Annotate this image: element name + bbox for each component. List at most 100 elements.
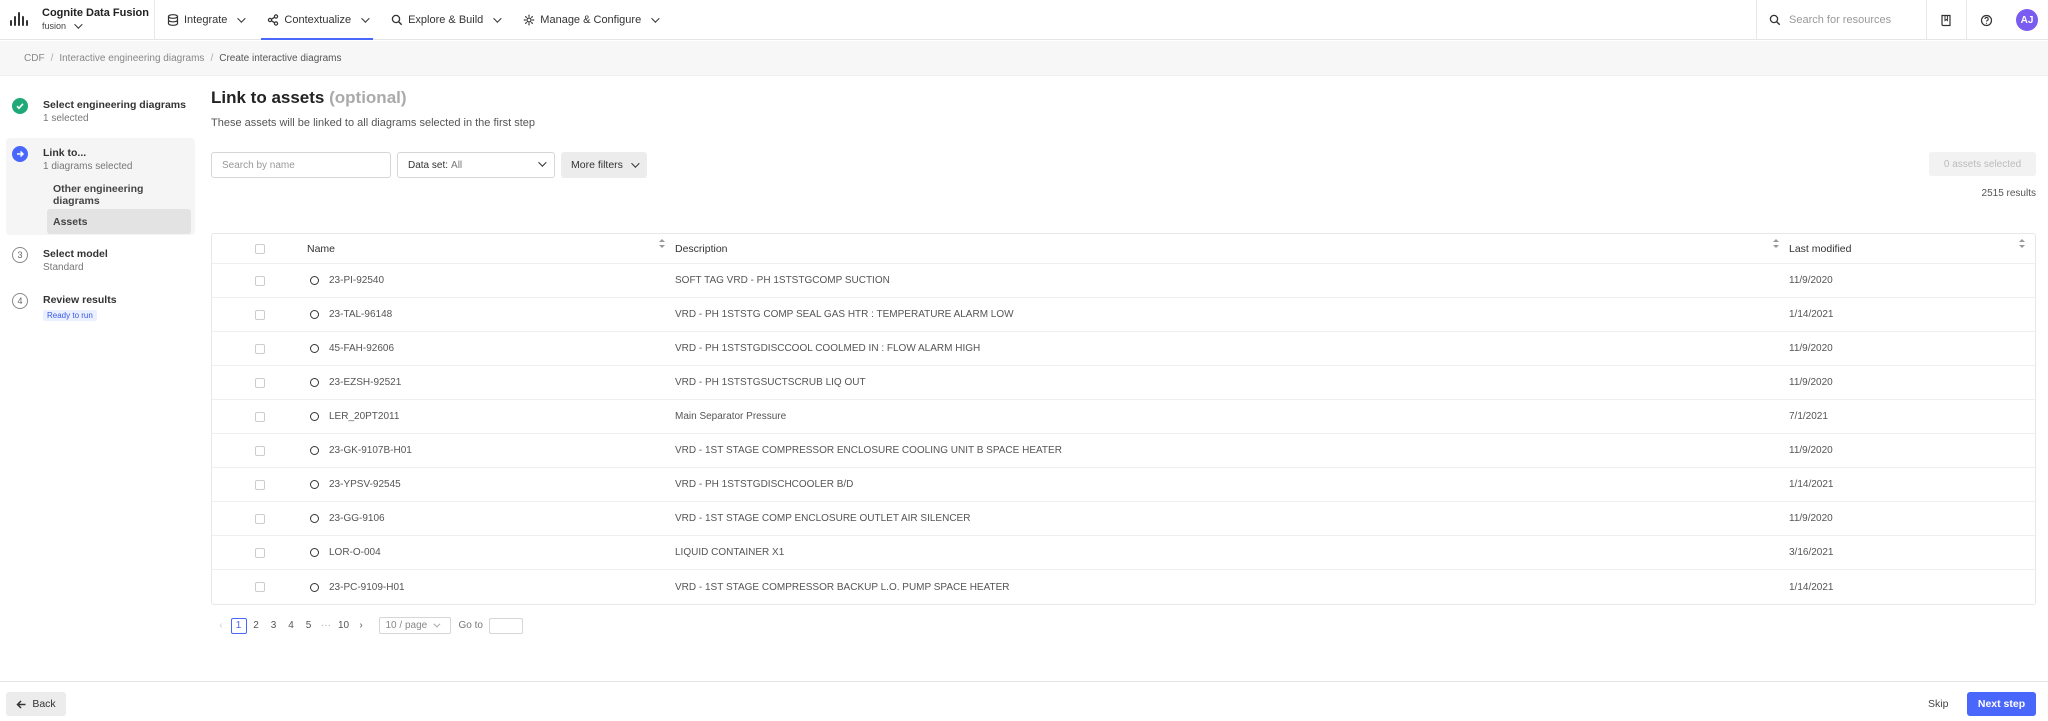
assets-selected-button[interactable]: 0 assets selected: [1929, 152, 2036, 176]
table-row[interactable]: 23-YPSV-92545 VRD - PH 1STSTGDISCHCOOLER …: [212, 468, 2035, 502]
search-icon: [1769, 14, 1781, 26]
step-title: Select model: [43, 248, 108, 260]
row-checkbox[interactable]: [254, 547, 265, 558]
nav-label: Contextualize: [284, 13, 352, 26]
dataset-select[interactable]: Data set: All: [397, 152, 555, 178]
asset-last-modified: 1/14/2021: [1789, 309, 1834, 320]
page-last[interactable]: 10: [336, 618, 352, 634]
page-5[interactable]: 5: [301, 618, 317, 634]
page-ellipsis[interactable]: ···: [318, 618, 334, 634]
nav-manage-configure[interactable]: Manage & Configure: [511, 0, 669, 40]
step-title: Link to...: [43, 147, 87, 159]
asset-name: 45-FAH-92606: [329, 343, 395, 354]
prev-page-button[interactable]: ‹: [213, 618, 229, 634]
table-row[interactable]: 23-TAL-96148 VRD - PH 1STSTG COMP SEAL GA…: [212, 298, 2035, 332]
database-icon: [167, 13, 179, 26]
breadcrumb-diagrams[interactable]: Interactive engineering diagrams: [59, 53, 204, 64]
nav-label: Manage & Configure: [540, 13, 642, 26]
app-switcher[interactable]: Cognite Data Fusion fusion: [0, 0, 155, 40]
page-1[interactable]: 1: [230, 617, 247, 634]
row-checkbox[interactable]: [254, 479, 265, 490]
asset-icon: [310, 480, 319, 489]
step-review-results[interactable]: 4 Review results Ready to run: [6, 285, 200, 335]
asset-last-modified: 11/9/2020: [1789, 275, 1833, 286]
page-4[interactable]: 4: [283, 618, 299, 634]
table-row[interactable]: 23-GK-9107B-H01 VRD - 1ST STAGE COMPRESSO…: [212, 434, 2035, 468]
row-checkbox[interactable]: [254, 582, 265, 592]
app-title: Cognite Data Fusion: [42, 7, 149, 19]
page-size-label: 10 / page: [385, 620, 428, 631]
chevron-down-icon: [361, 13, 370, 23]
assets-table: Name Description Last modified 23-PI-925…: [211, 233, 2036, 605]
page-2[interactable]: 2: [248, 618, 264, 634]
help-button[interactable]: [1966, 0, 2006, 40]
substep-other-diagrams[interactable]: Other engineering diagrams: [47, 182, 191, 207]
column-label: Description: [675, 242, 728, 255]
step-number: 3: [12, 247, 28, 263]
column-label: Name: [307, 242, 336, 255]
avatar[interactable]: AJ: [2016, 9, 2038, 31]
page-3[interactable]: 3: [266, 618, 282, 634]
next-step-button[interactable]: Next step: [1967, 692, 2036, 716]
sort-icon[interactable]: [1773, 238, 1779, 249]
row-checkbox[interactable]: [254, 309, 265, 320]
asset-icon: [310, 582, 319, 592]
asset-description: VRD - PH 1STSTGSUCTSCRUB LIQ OUT: [675, 377, 866, 388]
step-link-to[interactable]: Link to... 1 diagrams selected Other eng…: [6, 138, 195, 235]
sort-icon[interactable]: [2019, 238, 2025, 249]
check-icon: [12, 98, 28, 114]
search-input[interactable]: Search by name: [211, 152, 391, 178]
asset-description: SOFT TAG VRD - PH 1STSTGCOMP SUCTION: [675, 275, 890, 286]
table-row[interactable]: LOR-O-004 LIQUID CONTAINER X1 3/16/2021: [212, 536, 2035, 570]
page-size-select[interactable]: 10 / page: [378, 617, 451, 634]
results-count: 2515 results: [1981, 188, 2036, 199]
docs-button[interactable]: [1926, 0, 1966, 40]
search-icon: [391, 14, 403, 25]
asset-description: LIQUID CONTAINER X1: [675, 547, 785, 558]
wizard-footer: Back Skip Next step: [0, 681, 2048, 721]
table-header: Name Description Last modified: [212, 234, 2035, 264]
chevron-down-icon: [493, 13, 502, 23]
goto-input[interactable]: [488, 617, 523, 634]
nav-integrate[interactable]: Integrate: [155, 0, 255, 40]
page-title: Link to assets (optional): [211, 88, 407, 108]
nav-contextualize[interactable]: Contextualize: [255, 0, 379, 40]
nav-explore-build[interactable]: Explore & Build: [379, 0, 511, 40]
column-name[interactable]: Name: [307, 238, 675, 255]
step-title: Review results: [43, 294, 117, 306]
row-checkbox[interactable]: [254, 275, 265, 286]
substep-assets[interactable]: Assets: [47, 209, 191, 234]
sort-icon[interactable]: [659, 238, 665, 249]
nav-label: Integrate: [184, 13, 228, 26]
table-row[interactable]: 23-EZSH-92521 VRD - PH 1STSTGSUCTSCRUB LI…: [212, 366, 2035, 400]
back-button[interactable]: Back: [6, 692, 66, 716]
more-filters-button[interactable]: More filters: [561, 152, 647, 178]
column-description[interactable]: Description: [675, 238, 1789, 255]
gear-icon: [524, 14, 535, 25]
step-select-model[interactable]: 3 Select model Standard: [6, 235, 200, 285]
chevron-down-icon: [651, 13, 660, 23]
step-select-diagrams[interactable]: Select engineering diagrams 1 selected: [6, 90, 200, 130]
breadcrumb-cdf[interactable]: CDF: [24, 53, 45, 64]
table-row[interactable]: 23-PC-9109-H01 VRD - 1ST STAGE COMPRESSOR…: [212, 570, 2035, 604]
page-title-text: Link to assets: [211, 88, 325, 107]
row-checkbox[interactable]: [254, 411, 265, 422]
select-all-checkbox[interactable]: [254, 243, 265, 254]
breadcrumb-separator: /: [210, 52, 214, 64]
table-row[interactable]: 45-FAH-92606 VRD - PH 1STSTGDISCCOOL COOL…: [212, 332, 2035, 366]
back-label: Back: [32, 698, 56, 710]
row-checkbox[interactable]: [254, 377, 265, 388]
asset-name: 23-TAL-96148: [329, 309, 393, 320]
row-checkbox[interactable]: [254, 513, 265, 524]
table-row[interactable]: 23-GG-9106 VRD - 1ST STAGE COMP ENCLOSURE…: [212, 502, 2035, 536]
table-row[interactable]: LER_20PT2011 Main Separator Pressure 7/1/2…: [212, 400, 2035, 434]
breadcrumb-separator: /: [50, 52, 54, 64]
row-checkbox[interactable]: [254, 445, 265, 456]
column-last-modified[interactable]: Last modified: [1789, 238, 2035, 255]
share-nodes-icon: [268, 13, 279, 26]
table-row[interactable]: 23-PI-92540 SOFT TAG VRD - PH 1STSTGCOMP …: [212, 264, 2035, 298]
row-checkbox[interactable]: [254, 343, 265, 354]
resource-search[interactable]: Search for resources: [1756, 0, 1926, 40]
skip-button[interactable]: Skip: [1928, 698, 1948, 710]
next-page-button[interactable]: ›: [353, 618, 369, 634]
